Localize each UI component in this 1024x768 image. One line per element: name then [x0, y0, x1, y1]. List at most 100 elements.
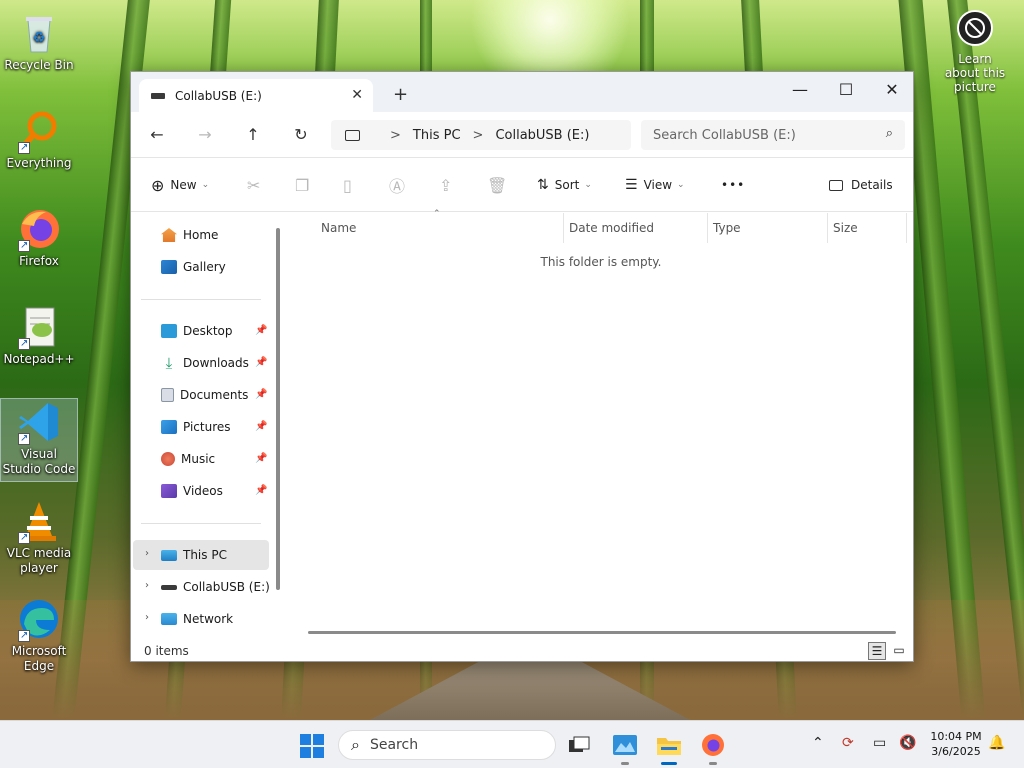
- sidebar-item-label: Network: [183, 612, 234, 626]
- desktop-icon-firefox[interactable]: Firefox: [0, 206, 78, 269]
- more-options-button[interactable]: •••: [721, 172, 745, 198]
- tab-close-icon[interactable]: ✕: [351, 87, 363, 103]
- copy-icon: ❐: [295, 175, 310, 195]
- chevron-right-icon[interactable]: ›: [145, 612, 149, 623]
- share-button[interactable]: ⇪: [439, 172, 452, 198]
- pin-icon[interactable]: 📌: [255, 389, 267, 400]
- up-button[interactable]: ↑: [239, 122, 267, 148]
- learn-label: Learn about this picture: [944, 52, 1006, 94]
- show-hidden-icons-chevron-up-icon[interactable]: ⌃: [812, 735, 824, 751]
- volume-muted-icon[interactable]: 🔇: [899, 735, 916, 751]
- search-input[interactable]: Search CollabUSB (E:) ⌕: [641, 120, 905, 150]
- details-view-button[interactable]: ☰: [868, 642, 886, 660]
- running-indicator: [661, 762, 677, 765]
- desktop-icon-vscode[interactable]: Visual Studio Code: [0, 398, 78, 482]
- vlc-cone-icon: [16, 498, 62, 545]
- sidebar-item-home[interactable]: Home: [161, 223, 271, 247]
- column-header-date-modified[interactable]: Date modified: [569, 213, 654, 243]
- pin-icon[interactable]: 📌: [255, 325, 267, 336]
- windows-logo-icon: [313, 747, 324, 758]
- taskbar-firefox[interactable]: [696, 729, 730, 765]
- desktop-icon-recycle-bin[interactable]: ♻ Recycle Bin: [0, 10, 78, 73]
- sidebar-item-label: Home: [183, 228, 219, 242]
- chevron-right-icon[interactable]: ›: [145, 580, 149, 591]
- sidebar-item-this-pc[interactable]: This PC: [161, 543, 271, 567]
- windows-logo-icon: [313, 734, 324, 745]
- breadcrumb-this-pc[interactable]: This PC: [413, 128, 461, 143]
- rename-button[interactable]: Ⓐ: [389, 172, 405, 198]
- cut-button[interactable]: ✂: [247, 172, 260, 198]
- breadcrumb-drive[interactable]: CollabUSB (E:): [495, 128, 589, 143]
- tiles-view-button[interactable]: ▭: [890, 642, 908, 660]
- task-view-icon: [569, 736, 590, 752]
- notification-bell-icon[interactable]: 🔔: [988, 735, 1005, 751]
- sidebar-item-gallery[interactable]: Gallery: [161, 255, 271, 279]
- desktop-icon-notepadpp[interactable]: Notepad++: [0, 304, 78, 367]
- pin-icon[interactable]: 📌: [255, 421, 267, 432]
- column-divider[interactable]: [707, 213, 708, 243]
- taskbar-widgets[interactable]: [608, 729, 642, 765]
- column-divider[interactable]: [827, 213, 828, 243]
- taskbar-task-view[interactable]: [562, 729, 596, 761]
- clipboard-icon: ▯: [343, 175, 352, 195]
- column-divider[interactable]: [563, 213, 564, 243]
- shortcut-arrow-icon: [18, 530, 30, 545]
- desktop-icon-everything[interactable]: Everything: [0, 108, 78, 171]
- column-header-size[interactable]: Size: [833, 213, 858, 243]
- sidebar-item-network[interactable]: Network: [161, 607, 271, 631]
- column-divider[interactable]: [906, 213, 907, 243]
- system-clock[interactable]: 10:04 PM 3/6/2025: [925, 729, 987, 759]
- refresh-button[interactable]: ↻: [287, 122, 315, 148]
- close-button[interactable]: ✕: [869, 76, 915, 104]
- column-header-name[interactable]: Name: [321, 213, 356, 243]
- horizontal-scrollbar[interactable]: [308, 631, 896, 634]
- tab-collabusb[interactable]: CollabUSB (E:) ✕: [139, 79, 373, 112]
- share-icon: ⇪: [439, 175, 453, 195]
- pin-icon[interactable]: 📌: [255, 453, 267, 464]
- taskbar-search[interactable]: ⌕ Search: [338, 730, 556, 760]
- network-status-icon[interactable]: ▭: [873, 735, 886, 751]
- sort-arrows-icon: ⇅: [537, 177, 549, 193]
- usb-drive-icon: [161, 584, 177, 590]
- taskbar-file-explorer[interactable]: [652, 729, 686, 765]
- back-button[interactable]: ←: [143, 122, 171, 148]
- desktop-icon-vlc[interactable]: VLC media player: [0, 498, 78, 576]
- sidebar-scrollbar[interactable]: [276, 228, 280, 590]
- delete-button[interactable]: 🗑: [487, 172, 507, 198]
- sidebar-item-label: Videos: [183, 484, 223, 498]
- desktop-icon-label: Everything: [6, 156, 72, 170]
- view-button[interactable]: ☰ View ⌄: [625, 172, 685, 198]
- paste-button[interactable]: ▯: [343, 172, 352, 198]
- update-sync-icon[interactable]: ⟳: [842, 735, 854, 751]
- file-list: ⌃ Name Date modified Type Size This fold…: [288, 209, 914, 641]
- breadcrumb[interactable]: > This PC > CollabUSB (E:): [331, 120, 631, 150]
- minimize-button[interactable]: —: [777, 76, 823, 104]
- camera-info-icon: [957, 10, 993, 46]
- chevron-right-icon[interactable]: ›: [145, 548, 149, 559]
- copy-button[interactable]: ❐: [295, 172, 309, 198]
- column-header-type[interactable]: Type: [713, 213, 741, 243]
- details-pane-button[interactable]: Details: [829, 172, 893, 198]
- pin-icon[interactable]: 📌: [255, 485, 267, 496]
- gallery-icon: [161, 260, 177, 274]
- desktop-icon-edge[interactable]: Microsoft Edge: [0, 596, 78, 674]
- new-tab-button[interactable]: +: [393, 84, 408, 105]
- sort-button[interactable]: ⇅ Sort ⌄: [537, 172, 592, 198]
- chevron-down-icon: ⌄: [584, 180, 592, 190]
- pin-icon[interactable]: 📌: [255, 357, 267, 368]
- learn-about-picture[interactable]: Learn about this picture: [940, 10, 1010, 94]
- sidebar-item-collabusb[interactable]: CollabUSB (E:): [161, 575, 271, 599]
- running-indicator: [621, 762, 629, 765]
- sidebar-item-label: CollabUSB (E:): [183, 580, 270, 594]
- trash-icon: 🗑: [487, 175, 508, 195]
- start-button[interactable]: [300, 734, 324, 758]
- forward-button[interactable]: →: [191, 122, 219, 148]
- desktop-folder-icon: [161, 324, 177, 338]
- sidebar-item-label: Desktop: [183, 324, 233, 338]
- tab-title: CollabUSB (E:): [175, 88, 262, 103]
- clock-time: 10:04 PM: [930, 730, 982, 743]
- new-button[interactable]: ⊕ New ⌄: [151, 172, 209, 198]
- notepadpp-icon: [16, 304, 62, 351]
- maximize-button[interactable]: ☐: [823, 76, 869, 104]
- vscode-icon: [16, 399, 62, 446]
